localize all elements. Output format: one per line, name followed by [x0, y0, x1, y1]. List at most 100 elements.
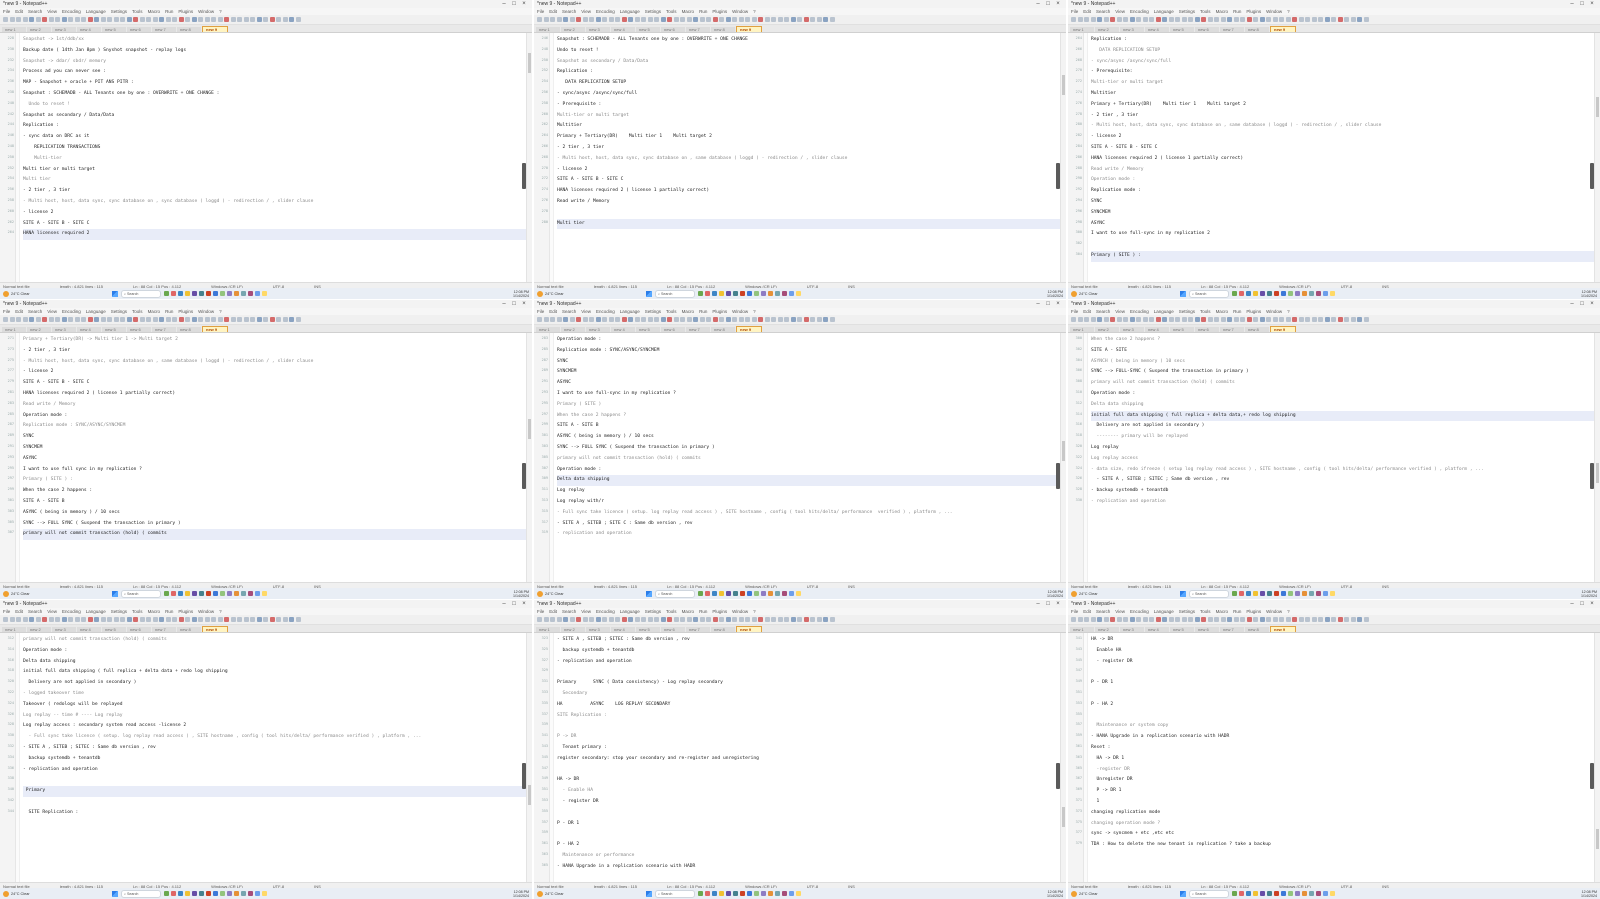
code-line[interactable]: I want to use full-sync in my replicatio… [557, 389, 1063, 400]
code-line[interactable]: Multitier [1091, 89, 1597, 100]
taskbar-app-icon[interactable] [1316, 291, 1321, 296]
taskbar-app-icon[interactable] [1295, 591, 1300, 596]
toolbar-button-icon[interactable] [641, 17, 646, 22]
toolbar-button-icon[interactable] [1285, 317, 1291, 322]
scrollbar-thumb[interactable] [528, 419, 531, 439]
toolbar-button-icon[interactable] [1337, 617, 1343, 622]
code-line[interactable]: - 2 tier , 3 tier [23, 346, 529, 357]
taskbar-app-icon[interactable] [1323, 591, 1328, 596]
taskbar-app-icon[interactable] [234, 891, 239, 896]
code-line[interactable]: REPLICATION TRANSACTIONS [23, 143, 529, 154]
toolbar-button-icon[interactable] [816, 317, 822, 322]
code-line[interactable]: SYNCMEM [1091, 208, 1597, 219]
tab-new-4[interactable]: new 4 [611, 27, 635, 32]
windows-start-icon[interactable] [112, 290, 118, 297]
toolbar-button-icon[interactable] [100, 17, 106, 22]
toolbar-button-icon[interactable] [230, 617, 236, 622]
toolbar-button-icon[interactable] [133, 17, 138, 22]
code-line[interactable]: Read write / Memory [557, 197, 1063, 208]
windows-start-icon[interactable] [112, 590, 118, 597]
toolbar-button-icon[interactable] [1350, 617, 1356, 622]
toolbar-button-icon[interactable] [764, 317, 770, 322]
tab-new-4[interactable]: new 4 [611, 627, 635, 632]
toolbar-button-icon[interactable] [1279, 17, 1284, 22]
toolbar-button-icon[interactable] [107, 317, 112, 322]
toolbar-button-icon[interactable] [1207, 617, 1213, 622]
code-line[interactable]: - sync/async /async/sync/full [1091, 57, 1597, 68]
toolbar-button-icon[interactable] [1246, 17, 1252, 22]
code-text[interactable]: Snapshot : SCHEMADB - ALL Tenants one by… [554, 33, 1066, 282]
taskbar-app-icon[interactable] [1274, 291, 1279, 296]
toolbar-button-icon[interactable] [217, 317, 223, 322]
taskbar-app-icon[interactable] [1260, 591, 1265, 596]
toolbar-button-icon[interactable] [1188, 617, 1193, 622]
tab-new-5[interactable]: new 5 [636, 627, 660, 632]
close-button[interactable]: × [1587, 1, 1597, 7]
toolbar-button-icon[interactable] [1344, 17, 1349, 22]
toolbar-button-icon[interactable] [537, 617, 542, 622]
taskbar-app-icon[interactable] [1246, 891, 1251, 896]
toolbar-button-icon[interactable] [217, 617, 223, 622]
toolbar-button-icon[interactable] [1123, 17, 1128, 22]
code-line[interactable]: Replication : [557, 67, 1063, 78]
toolbar-button-icon[interactable] [660, 617, 666, 622]
toolbar-button-icon[interactable] [1253, 317, 1258, 322]
taskbar-search[interactable]: ⌕ Search [1189, 589, 1229, 598]
code-line[interactable]: Operation mode : [23, 411, 529, 422]
taskbar-app-icon[interactable] [754, 291, 759, 296]
taskbar-app-icon[interactable] [698, 591, 703, 596]
toolbar-button-icon[interactable] [602, 617, 607, 622]
toolbar-button-icon[interactable] [1207, 17, 1213, 22]
toolbar-button-icon[interactable] [1155, 17, 1161, 22]
toolbar-button-icon[interactable] [256, 617, 262, 622]
tab-new-3[interactable]: new 3 [52, 627, 76, 632]
toolbar-button-icon[interactable] [1181, 317, 1187, 322]
editor-area[interactable]: 283 285 287 289 291 293 295 297 299 301 303 305 307 3… [534, 333, 1066, 582]
taskbar-app-icon[interactable] [698, 891, 703, 896]
toolbar-button-icon[interactable] [1214, 317, 1219, 322]
menu-item[interactable]: Macro [148, 9, 161, 14]
weather-widget[interactable]: 24°C Clear [537, 590, 577, 597]
menu-item[interactable]: ? [219, 609, 222, 614]
toolbar-button-icon[interactable] [1168, 617, 1174, 622]
toolbar-button-icon[interactable] [256, 317, 262, 322]
taskbar-app-icon[interactable] [213, 291, 218, 296]
code-line[interactable]: SYNC --> FULL SYNC ( Suspend the transac… [23, 519, 529, 530]
minimize-button[interactable]: – [1033, 601, 1043, 607]
code-line[interactable]: Multi-tier or multi target [1091, 78, 1597, 89]
toolbar-button-icon[interactable] [126, 17, 132, 22]
toolbar-button-icon[interactable] [569, 317, 575, 322]
vertical-scrollbar[interactable] [1594, 33, 1600, 282]
code-line[interactable]: initial full data shipping ( full replic… [23, 667, 529, 678]
weather-widget[interactable]: 24°C Clear [1071, 290, 1111, 297]
tab-new-4[interactable]: new 4 [1145, 27, 1169, 32]
scrollbar-thumb[interactable] [1062, 441, 1065, 461]
menu-item[interactable]: Settings [111, 609, 127, 614]
code-line[interactable]: - Prerequisite : [557, 100, 1063, 111]
taskbar-app-icon[interactable] [206, 291, 211, 296]
tab-new-5[interactable]: new 5 [102, 627, 126, 632]
menu-item[interactable]: Edit [549, 309, 557, 314]
tab-new-5[interactable]: new 5 [102, 327, 126, 332]
code-line[interactable]: SYNC [23, 432, 529, 443]
taskbar-search[interactable]: ⌕ Search [121, 289, 161, 298]
toolbar-button-icon[interactable] [9, 17, 15, 22]
windows-start-icon[interactable] [1180, 890, 1186, 897]
tab-new-3[interactable]: new 3 [586, 627, 610, 632]
toolbar-button-icon[interactable] [107, 17, 112, 22]
code-line[interactable]: When the case 2 happens ? [1091, 335, 1597, 346]
toolbar-button-icon[interactable] [263, 17, 268, 22]
toolbar-button-icon[interactable] [211, 17, 216, 22]
toolbar-button-icon[interactable] [133, 317, 138, 322]
toolbar-button-icon[interactable] [563, 617, 568, 622]
tab-new-8[interactable]: new 8 [177, 27, 201, 32]
taskbar-app-icon[interactable] [796, 891, 801, 896]
toolbar-button-icon[interactable] [1272, 617, 1278, 622]
code-line[interactable]: Enable HA [1091, 646, 1597, 657]
vertical-scrollbar[interactable] [526, 33, 532, 282]
toolbar-button-icon[interactable] [1090, 317, 1096, 322]
toolbar-button-icon[interactable] [751, 617, 757, 622]
menu-item[interactable]: Settings [645, 9, 661, 14]
menu-item[interactable]: Window [198, 309, 214, 314]
code-line[interactable]: SITE A - SITE [1091, 346, 1597, 357]
